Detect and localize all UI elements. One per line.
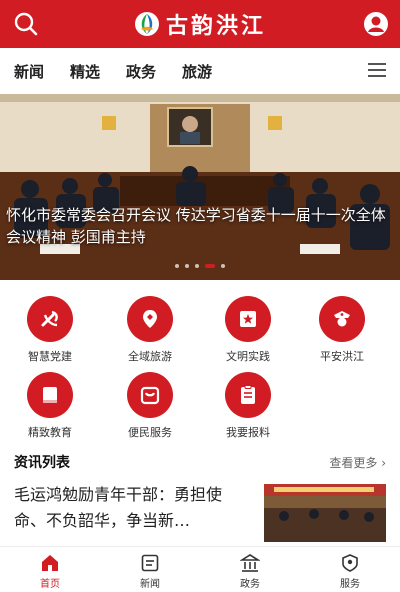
app-header: 古韵洪江 [0,0,400,48]
news-item-title: 毛运鸿勉励青年干部：勇担使命、不负韶华，争当新… [14,485,223,530]
party-emblem-icon [27,296,73,342]
menu-icon[interactable] [368,63,386,79]
search-icon[interactable] [12,10,40,38]
service-smart-party[interactable]: 智慧党建 [4,296,96,364]
banner-dot-active[interactable] [205,264,215,268]
view-more-link[interactable]: 查看更多 › [329,454,386,471]
government-icon [240,554,260,572]
app-logo: 古韵洪江 [134,8,266,40]
travel-icon [127,296,173,342]
channel-nav: 新闻 精选 政务 旅游 [0,48,400,94]
tab-label: 政务 [240,579,260,590]
service-label: 智慧党建 [28,350,72,363]
tab-news-bottom[interactable]: 新闻 [120,553,180,590]
logo-emblem-icon [134,12,159,36]
service-convenience[interactable]: 便民服务 [104,372,196,440]
banner-caption: 怀化市委常委会召开会议 传达学习省委十一届十一次全体会议精神 彭国甫主持 [6,206,386,246]
tab-news[interactable]: 新闻 [14,61,44,82]
banner-dot[interactable] [221,264,225,268]
service-label: 全域旅游 [128,350,172,363]
tab-label: 首页 [40,579,60,590]
banner-dot[interactable] [185,264,189,268]
tab-service-bottom[interactable]: 服务 [320,553,380,590]
news-banner[interactable]: 怀化市委常委会召开会议 传达学习省委十一届十一次全体会议精神 彭国甫主持 [0,94,400,280]
news-list-title: 资讯列表 [14,455,70,471]
news-item-thumbnail [264,484,386,542]
service-civilization[interactable]: 文明实践 [202,296,294,364]
service-label: 文明实践 [226,350,270,363]
user-icon[interactable] [362,10,390,38]
service-label: 精致教育 [28,426,72,439]
service-label: 平安洪江 [320,350,364,363]
service-label: 便民服务 [128,426,172,439]
tab-label: 服务 [340,579,360,590]
service-label: 我要报料 [226,426,270,439]
news-list-header: 资讯列表 查看更多 › [14,452,386,472]
service-tourism[interactable]: 全域旅游 [104,296,196,364]
banner-photo [0,94,400,280]
tab-label: 新闻 [140,579,160,590]
report-icon [225,372,271,418]
banner-dot[interactable] [175,264,179,268]
app-title: 古韵洪江 [165,13,266,39]
service-report[interactable]: 我要报料 [202,372,294,440]
banner-dot[interactable] [195,264,199,268]
service-education[interactable]: 精致教育 [4,372,96,440]
bottom-tab-bar: 首页 新闻 政务 服务 [0,546,400,592]
tab-travel[interactable]: 旅游 [182,61,212,82]
tab-government-bottom[interactable]: 政务 [220,553,280,590]
service-icon [342,554,358,572]
tab-government[interactable]: 政务 [126,61,156,82]
bag-icon [127,372,173,418]
banner-indicator [0,264,400,268]
book-icon [27,372,73,418]
tab-featured[interactable]: 精选 [70,61,100,82]
service-grid: 智慧党建 全域旅游 文明实践 平安洪江 精致教育 便民服务 我要报料 [0,290,400,440]
service-safety[interactable]: 平安洪江 [296,296,388,364]
tab-home[interactable]: 首页 [20,553,80,590]
home-icon [42,555,58,571]
flag-icon [225,296,271,342]
news-icon [141,554,159,572]
police-icon [319,296,365,342]
news-list-item[interactable]: 毛运鸿勉励青年干部：勇担使命、不负韶华，争当新… [14,482,386,544]
